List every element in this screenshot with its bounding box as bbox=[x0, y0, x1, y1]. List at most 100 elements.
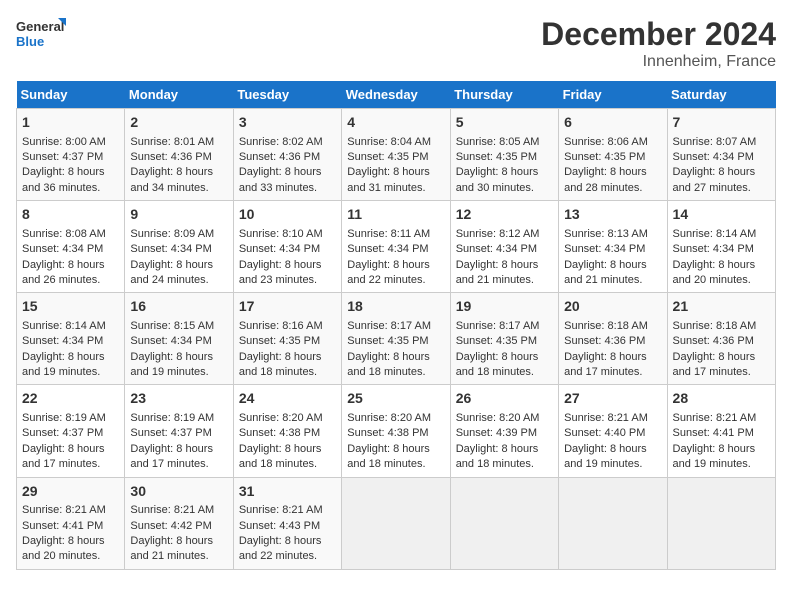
calendar-title: December 2024 bbox=[541, 16, 776, 53]
day-cell bbox=[667, 477, 775, 569]
day-info: Sunrise: 8:19 AM bbox=[130, 411, 227, 426]
day-cell: 1Sunrise: 8:00 AMSunset: 4:37 PMDaylight… bbox=[17, 109, 125, 201]
day-info: and 31 minutes. bbox=[347, 181, 444, 196]
day-info: Sunrise: 8:17 AM bbox=[456, 319, 553, 334]
day-info: and 18 minutes. bbox=[456, 457, 553, 472]
header-row: SundayMondayTuesdayWednesdayThursdayFrid… bbox=[17, 81, 776, 109]
day-number: 8 bbox=[22, 205, 119, 225]
day-number: 2 bbox=[130, 113, 227, 133]
week-row-1: 1Sunrise: 8:00 AMSunset: 4:37 PMDaylight… bbox=[17, 109, 776, 201]
day-number: 17 bbox=[239, 297, 336, 317]
day-info: Sunset: 4:35 PM bbox=[564, 150, 661, 165]
day-info: and 20 minutes. bbox=[22, 549, 119, 564]
day-number: 13 bbox=[564, 205, 661, 225]
day-cell bbox=[559, 477, 667, 569]
day-info: Sunrise: 8:14 AM bbox=[22, 319, 119, 334]
day-info: Sunrise: 8:21 AM bbox=[239, 503, 336, 518]
day-info: Sunset: 4:37 PM bbox=[130, 426, 227, 441]
day-info: Sunrise: 8:20 AM bbox=[347, 411, 444, 426]
day-number: 27 bbox=[564, 389, 661, 409]
day-info: Sunset: 4:36 PM bbox=[239, 150, 336, 165]
day-info: Sunset: 4:42 PM bbox=[130, 519, 227, 534]
day-info: Sunset: 4:34 PM bbox=[130, 242, 227, 257]
day-info: Sunrise: 8:09 AM bbox=[130, 227, 227, 242]
day-info: Sunrise: 8:00 AM bbox=[22, 135, 119, 150]
day-info: Daylight: 8 hours bbox=[673, 165, 770, 180]
day-cell: 14Sunrise: 8:14 AMSunset: 4:34 PMDayligh… bbox=[667, 201, 775, 293]
week-row-3: 15Sunrise: 8:14 AMSunset: 4:34 PMDayligh… bbox=[17, 293, 776, 385]
day-cell: 28Sunrise: 8:21 AMSunset: 4:41 PMDayligh… bbox=[667, 385, 775, 477]
day-cell: 22Sunrise: 8:19 AMSunset: 4:37 PMDayligh… bbox=[17, 385, 125, 477]
day-info: Sunset: 4:36 PM bbox=[130, 150, 227, 165]
day-cell: 2Sunrise: 8:01 AMSunset: 4:36 PMDaylight… bbox=[125, 109, 233, 201]
day-info: Daylight: 8 hours bbox=[673, 258, 770, 273]
day-info: Sunrise: 8:18 AM bbox=[564, 319, 661, 334]
day-info: and 22 minutes. bbox=[347, 273, 444, 288]
day-info: Sunrise: 8:08 AM bbox=[22, 227, 119, 242]
day-number: 19 bbox=[456, 297, 553, 317]
day-info: Daylight: 8 hours bbox=[22, 534, 119, 549]
day-cell: 12Sunrise: 8:12 AMSunset: 4:34 PMDayligh… bbox=[450, 201, 558, 293]
day-info: Sunset: 4:37 PM bbox=[22, 150, 119, 165]
day-info: Sunrise: 8:20 AM bbox=[239, 411, 336, 426]
day-cell: 4Sunrise: 8:04 AMSunset: 4:35 PMDaylight… bbox=[342, 109, 450, 201]
day-info: Sunrise: 8:13 AM bbox=[564, 227, 661, 242]
svg-text:Blue: Blue bbox=[16, 34, 44, 49]
day-info: Daylight: 8 hours bbox=[22, 442, 119, 457]
day-info: and 17 minutes. bbox=[130, 457, 227, 472]
day-info: and 33 minutes. bbox=[239, 181, 336, 196]
day-number: 12 bbox=[456, 205, 553, 225]
day-info: Sunset: 4:35 PM bbox=[239, 334, 336, 349]
day-info: Sunset: 4:38 PM bbox=[239, 426, 336, 441]
day-info: Daylight: 8 hours bbox=[22, 165, 119, 180]
day-info: and 19 minutes. bbox=[673, 457, 770, 472]
day-info: and 19 minutes. bbox=[564, 457, 661, 472]
day-number: 16 bbox=[130, 297, 227, 317]
day-info: Daylight: 8 hours bbox=[347, 350, 444, 365]
header-sunday: Sunday bbox=[17, 81, 125, 109]
day-info: Sunrise: 8:16 AM bbox=[239, 319, 336, 334]
day-info: Sunrise: 8:21 AM bbox=[130, 503, 227, 518]
page-header: GeneralBlue December 2024 Innenheim, Fra… bbox=[16, 16, 776, 71]
day-info: Daylight: 8 hours bbox=[673, 350, 770, 365]
day-info: and 34 minutes. bbox=[130, 181, 227, 196]
day-info: and 18 minutes. bbox=[347, 457, 444, 472]
day-info: Daylight: 8 hours bbox=[22, 258, 119, 273]
week-row-2: 8Sunrise: 8:08 AMSunset: 4:34 PMDaylight… bbox=[17, 201, 776, 293]
day-info: Sunrise: 8:12 AM bbox=[456, 227, 553, 242]
day-info: Sunset: 4:34 PM bbox=[22, 242, 119, 257]
week-row-4: 22Sunrise: 8:19 AMSunset: 4:37 PMDayligh… bbox=[17, 385, 776, 477]
day-info: Sunset: 4:41 PM bbox=[22, 519, 119, 534]
day-info: Daylight: 8 hours bbox=[347, 258, 444, 273]
day-number: 4 bbox=[347, 113, 444, 133]
day-info: Daylight: 8 hours bbox=[564, 442, 661, 457]
day-info: and 27 minutes. bbox=[673, 181, 770, 196]
day-info: and 24 minutes. bbox=[130, 273, 227, 288]
day-cell: 6Sunrise: 8:06 AMSunset: 4:35 PMDaylight… bbox=[559, 109, 667, 201]
day-info: and 18 minutes. bbox=[456, 365, 553, 380]
day-cell: 13Sunrise: 8:13 AMSunset: 4:34 PMDayligh… bbox=[559, 201, 667, 293]
day-info: Sunset: 4:35 PM bbox=[456, 150, 553, 165]
day-info: Sunset: 4:36 PM bbox=[673, 334, 770, 349]
day-info: Sunset: 4:40 PM bbox=[564, 426, 661, 441]
day-info: Daylight: 8 hours bbox=[239, 165, 336, 180]
header-saturday: Saturday bbox=[667, 81, 775, 109]
day-cell bbox=[342, 477, 450, 569]
day-number: 18 bbox=[347, 297, 444, 317]
day-cell: 5Sunrise: 8:05 AMSunset: 4:35 PMDaylight… bbox=[450, 109, 558, 201]
day-info: Daylight: 8 hours bbox=[130, 258, 227, 273]
day-info: Sunset: 4:35 PM bbox=[347, 150, 444, 165]
day-info: Sunset: 4:34 PM bbox=[673, 150, 770, 165]
day-info: Daylight: 8 hours bbox=[564, 165, 661, 180]
day-cell: 10Sunrise: 8:10 AMSunset: 4:34 PMDayligh… bbox=[233, 201, 341, 293]
day-info: Sunrise: 8:01 AM bbox=[130, 135, 227, 150]
day-cell: 26Sunrise: 8:20 AMSunset: 4:39 PMDayligh… bbox=[450, 385, 558, 477]
day-cell: 29Sunrise: 8:21 AMSunset: 4:41 PMDayligh… bbox=[17, 477, 125, 569]
header-wednesday: Wednesday bbox=[342, 81, 450, 109]
day-cell: 7Sunrise: 8:07 AMSunset: 4:34 PMDaylight… bbox=[667, 109, 775, 201]
day-cell: 8 Sunrise: 8:08 AMSunset: 4:34 PMDaylight… bbox=[17, 201, 125, 293]
day-info: Sunrise: 8:20 AM bbox=[456, 411, 553, 426]
day-info: Sunrise: 8:21 AM bbox=[22, 503, 119, 518]
day-info: and 17 minutes. bbox=[564, 365, 661, 380]
day-info: Daylight: 8 hours bbox=[239, 350, 336, 365]
